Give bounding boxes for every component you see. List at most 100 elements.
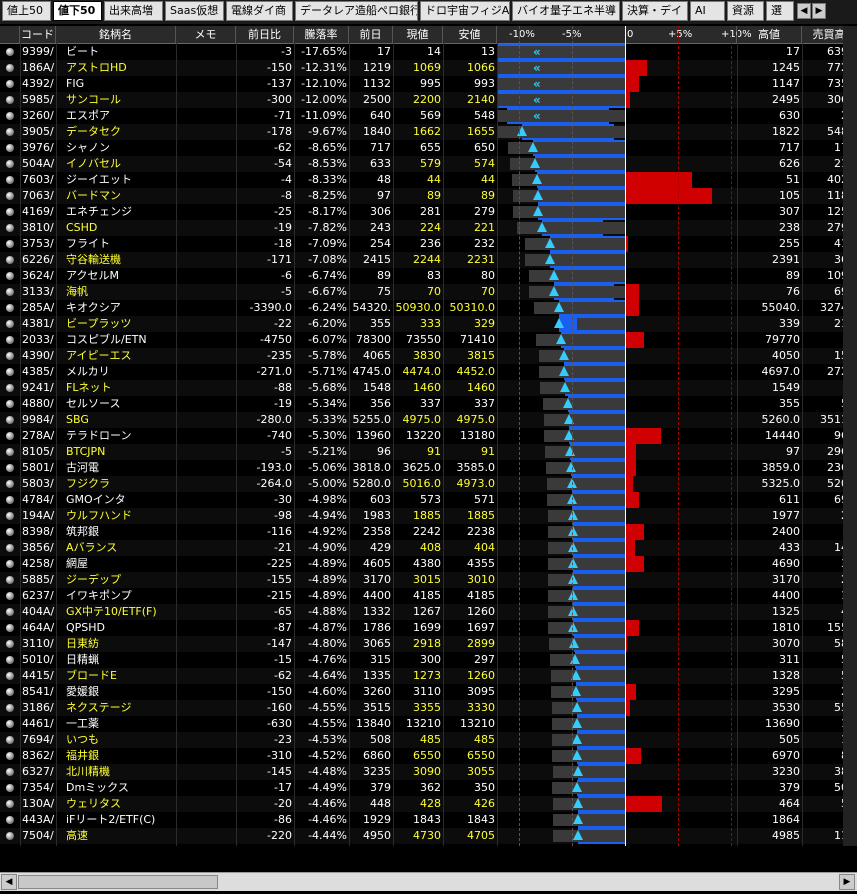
table-row[interactable]: 8105/BTCJPN -5 -5.21% 96 91 91 97 2962 bbox=[0, 444, 857, 460]
memo-cell[interactable] bbox=[176, 332, 236, 348]
memo-cell[interactable] bbox=[176, 524, 236, 540]
memo-cell[interactable] bbox=[176, 60, 236, 76]
row-marker-icon[interactable] bbox=[6, 368, 14, 376]
row-marker-icon[interactable] bbox=[6, 320, 14, 328]
row-marker-icon[interactable] bbox=[6, 416, 14, 424]
row-marker-icon[interactable] bbox=[6, 352, 14, 360]
row-marker-icon[interactable] bbox=[6, 592, 14, 600]
row-marker-icon[interactable] bbox=[6, 544, 14, 552]
table-row[interactable]: 4461/一工薬-630-4.55%1384013210132101369016 bbox=[0, 716, 857, 732]
tab-scroll-left-arrow[interactable]: ◀ bbox=[797, 3, 811, 19]
row-marker-icon[interactable] bbox=[6, 832, 14, 840]
table-row[interactable]: 5985/サンコール -300 -12.00% 2500 2200 2140 2495 306… bbox=[0, 92, 857, 108]
memo-cell[interactable] bbox=[176, 476, 236, 492]
row-marker-icon[interactable] bbox=[6, 688, 14, 696]
memo-cell[interactable] bbox=[176, 684, 236, 700]
header-memo[interactable]: メモ bbox=[176, 26, 236, 43]
table-row[interactable]: 2033/コスピブル/ETN -4750 -6.07% 78300 73550 71410… bbox=[0, 332, 857, 348]
memo-cell[interactable] bbox=[176, 348, 236, 364]
memo-cell[interactable] bbox=[176, 716, 236, 732]
memo-cell[interactable] bbox=[176, 652, 236, 668]
memo-cell[interactable] bbox=[176, 460, 236, 476]
row-marker-icon[interactable] bbox=[6, 400, 14, 408]
memo-cell[interactable] bbox=[176, 300, 236, 316]
row-marker-icon[interactable] bbox=[6, 384, 14, 392]
table-row[interactable]: 3810/CSHD -19 -7.82% 243 224 221 238 2799 bbox=[0, 220, 857, 236]
header-low[interactable]: 安値 bbox=[443, 26, 497, 43]
tab-11[interactable]: 選 bbox=[766, 1, 794, 21]
row-marker-icon[interactable] bbox=[6, 272, 14, 280]
tab-8[interactable]: 決算・デイ bbox=[622, 1, 688, 21]
tab-2[interactable]: 出来高増 bbox=[104, 1, 163, 21]
tab-4[interactable]: 電線ダイ商 bbox=[226, 1, 293, 21]
table-row[interactable]: 3753/フライト-18-7.09%254236232255410 bbox=[0, 236, 857, 252]
table-row[interactable]: 4784/GMOインタ-30-4.98%603573571611694 bbox=[0, 492, 857, 508]
table-row[interactable]: 3976/シャノン-62-8.65%717655650717170 bbox=[0, 140, 857, 156]
row-marker-icon[interactable] bbox=[6, 528, 14, 536]
row-marker-icon[interactable] bbox=[6, 640, 14, 648]
table-row[interactable]: 8362/福井銀-310-4.52%686065506550697081 bbox=[0, 748, 857, 764]
table-row[interactable]: 5803/フジクラ -264.0 -5.00% 5280.0 5016.0 4973.0 5… bbox=[0, 476, 857, 492]
memo-cell[interactable] bbox=[176, 604, 236, 620]
tab-0[interactable]: 値上50 bbox=[2, 1, 51, 21]
memo-cell[interactable] bbox=[176, 540, 236, 556]
table-row[interactable]: 5801/古河電 -193.0 -5.06% 3818.0 3625.0 3585.0 38… bbox=[0, 460, 857, 476]
memo-cell[interactable] bbox=[176, 428, 236, 444]
memo-cell[interactable] bbox=[176, 636, 236, 652]
row-marker-icon[interactable] bbox=[6, 512, 14, 520]
memo-cell[interactable] bbox=[176, 732, 236, 748]
memo-cell[interactable] bbox=[176, 316, 236, 332]
memo-cell[interactable] bbox=[176, 140, 236, 156]
vertical-scrollbar[interactable] bbox=[843, 26, 857, 846]
row-marker-icon[interactable] bbox=[6, 336, 14, 344]
table-row[interactable]: 9984/SBG -280.0 -5.33% 5255.0 4975.0 4975.0 52… bbox=[0, 412, 857, 428]
tab-scroll-right-arrow[interactable]: ▶ bbox=[812, 3, 826, 19]
row-marker-icon[interactable] bbox=[6, 112, 14, 120]
table-row[interactable]: 4415/ブロードE-62-4.64%133512731260132856 bbox=[0, 668, 857, 684]
header-name[interactable]: 銘柄名 bbox=[56, 26, 176, 43]
table-row[interactable]: 4258/網屋-225-4.89%460543804355469035 bbox=[0, 556, 857, 572]
row-marker-icon[interactable] bbox=[6, 480, 14, 488]
memo-cell[interactable] bbox=[176, 108, 236, 124]
memo-cell[interactable] bbox=[176, 620, 236, 636]
row-marker-icon[interactable] bbox=[6, 624, 14, 632]
memo-cell[interactable] bbox=[176, 364, 236, 380]
memo-cell[interactable] bbox=[176, 668, 236, 684]
row-marker-icon[interactable] bbox=[6, 144, 14, 152]
tab-1[interactable]: 値下50 bbox=[53, 1, 102, 21]
row-marker-icon[interactable] bbox=[6, 784, 14, 792]
memo-cell[interactable] bbox=[176, 812, 236, 828]
table-row[interactable]: 4390/アイピーエス-235-5.78%4065383038154050158 bbox=[0, 348, 857, 364]
header-pct[interactable]: 騰落率 bbox=[294, 26, 349, 43]
table-row[interactable]: 9241/FLネット-88-5.68%15481460146015497 bbox=[0, 380, 857, 396]
table-row[interactable]: 5010/日精蝋-15-4.76%31530029731153 bbox=[0, 652, 857, 668]
memo-cell[interactable] bbox=[176, 268, 236, 284]
header-change[interactable]: 前日比 bbox=[236, 26, 294, 43]
row-marker-icon[interactable] bbox=[6, 720, 14, 728]
tab-5[interactable]: データレア造船ペロ銀行 bbox=[295, 1, 418, 21]
row-marker-icon[interactable] bbox=[6, 800, 14, 808]
memo-cell[interactable] bbox=[176, 236, 236, 252]
row-marker-icon[interactable] bbox=[6, 608, 14, 616]
row-marker-icon[interactable] bbox=[6, 704, 14, 712]
scroll-right-arrow[interactable]: ▶ bbox=[839, 874, 855, 890]
memo-cell[interactable] bbox=[176, 828, 236, 844]
memo-cell[interactable] bbox=[176, 764, 236, 780]
table-row[interactable]: 443A/iFリート2/ETF(C) -86 -4.46% 1929 1843 1843 1… bbox=[0, 812, 857, 828]
row-marker-icon[interactable] bbox=[6, 560, 14, 568]
table-row[interactable]: 404A/GX中テ10/ETF(F) -65 -4.88% 1332 1267 1260 1… bbox=[0, 604, 857, 620]
table-row[interactable]: 4381/ビープラッツ-22-6.20%355333329339218 bbox=[0, 316, 857, 332]
row-marker-icon[interactable] bbox=[6, 656, 14, 664]
table-row[interactable]: 3260/エスポア-71-11.09%64056954863022« bbox=[0, 108, 857, 124]
tab-9[interactable]: AI bbox=[690, 1, 725, 21]
table-row[interactable]: 194A/ウルフハンド-98-4.94%198318851885197722 bbox=[0, 508, 857, 524]
table-row[interactable]: 3856/Aバランス-21-4.90%429408404433149 bbox=[0, 540, 857, 556]
table-row[interactable]: 6226/守谷輸送機-171-7.08%2415224422312391365 bbox=[0, 252, 857, 268]
row-marker-icon[interactable] bbox=[6, 304, 14, 312]
table-row[interactable]: 6237/イワキポンプ-215-4.89%440041854185440016 bbox=[0, 588, 857, 604]
tab-7[interactable]: バイオ量子エネ半導 bbox=[512, 1, 620, 21]
memo-cell[interactable] bbox=[176, 796, 236, 812]
header-prev[interactable]: 前日 bbox=[349, 26, 393, 43]
row-marker-icon[interactable] bbox=[6, 672, 14, 680]
memo-cell[interactable] bbox=[176, 172, 236, 188]
